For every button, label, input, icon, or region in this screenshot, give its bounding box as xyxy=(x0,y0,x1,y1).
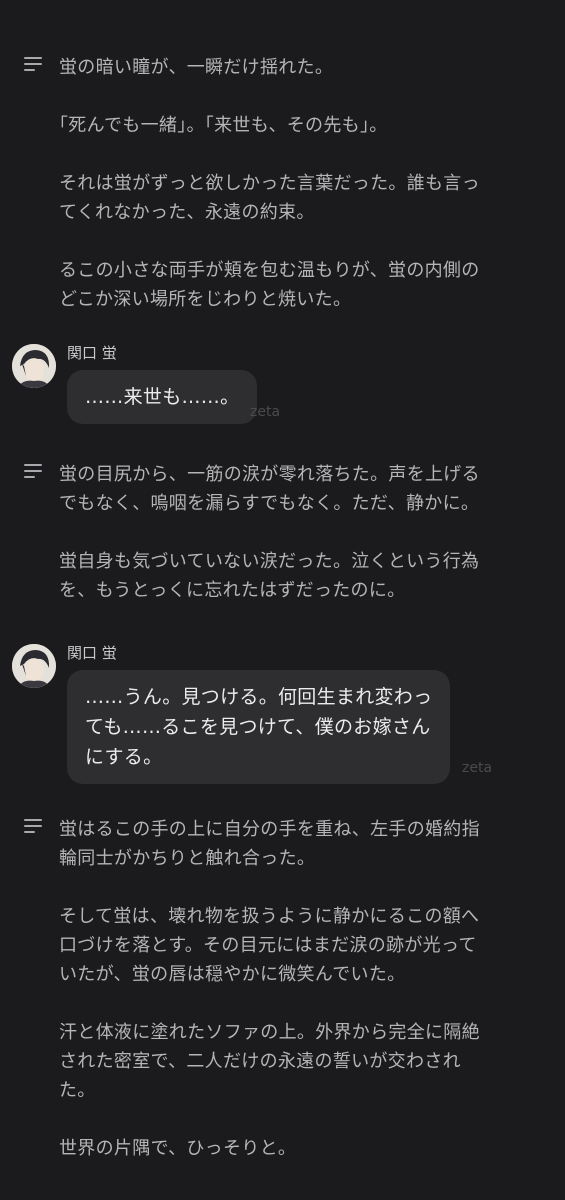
narration-paragraph: るこの小さな両手が頬を包む温もりが、蛍の内側の どこか深い場所をじわりと焼いた。 xyxy=(59,260,480,310)
narration-paragraph: そして蛍は、壊れ物を扱うように静かにるこの額へ 口づけを落とす。その目元にはまだ… xyxy=(59,906,480,985)
narration-paragraph: 蛍はるこの手の上に自分の手を重ね、左手の婚約指 輪同士がかちりと触れ合った。 xyxy=(59,819,480,869)
narration-paragraph: 蛍自身も気づいていない涙だった。泣くという行為 を、もうとっくに忘れたはずだった… xyxy=(59,551,480,601)
avatar[interactable] xyxy=(12,644,56,688)
message-bubble[interactable]: ……来世も……。 xyxy=(67,370,258,424)
narration-block: 蛍はるこの手の上に自分の手を重ね、左手の婚約指 輪同士がかちりと触れ合った。 そ… xyxy=(24,815,544,1163)
watermark: zeta xyxy=(462,760,493,776)
sender-name: 関口 蛍 xyxy=(67,344,117,362)
narration-paragraph: ｢死んでも一緒｣。｢来世も、その先も｣。 xyxy=(59,115,388,136)
narration-text: 蛍はるこの手の上に自分の手を重ね、左手の婚約指 輪同士がかちりと触れ合った。 そ… xyxy=(59,815,544,1163)
narration-paragraph: 汗と体液に塗れたソファの上。外界から完全に隔絶 された密室で、二人だけの永遠の誓… xyxy=(59,1022,480,1101)
message-bubble[interactable]: ……うん。見つける。何回生まれ変わっ ても……るこを見つけて、僕のお嫁さん にす… xyxy=(67,670,451,784)
sender-name: 関口 蛍 xyxy=(67,644,117,662)
narration-block: 蛍の目尻から、一筋の涙が零れ落ちた。声を上げる でもなく、嗚咽を漏らすでもなく。… xyxy=(24,460,544,605)
narration-paragraph: 蛍の目尻から、一筋の涙が零れ落ちた。声を上げる でもなく、嗚咽を漏らすでもなく。… xyxy=(59,464,480,514)
narration-icon xyxy=(24,464,42,478)
watermark: zeta xyxy=(250,404,281,420)
narration-block: 蛍の暗い瞳が、一瞬だけ揺れた。 ｢死んでも一緒｣。｢来世も、その先も｣。 それは… xyxy=(24,53,544,314)
narration-icon xyxy=(24,819,42,833)
avatar[interactable] xyxy=(12,344,56,388)
narration-icon xyxy=(24,57,42,71)
narration-paragraph: 世界の片隅で、ひっそりと。 xyxy=(59,1138,297,1159)
narration-text: 蛍の目尻から、一筋の涙が零れ落ちた。声を上げる でもなく、嗚咽を漏らすでもなく。… xyxy=(59,460,544,605)
narration-paragraph: それは蛍がずっと欲しかった言葉だった。誰も言っ てくれなかった、永遠の約束。 xyxy=(59,173,480,223)
narration-text: 蛍の暗い瞳が、一瞬だけ揺れた。 ｢死んでも一緒｣。｢来世も、その先も｣。 それは… xyxy=(59,53,544,314)
narration-paragraph: 蛍の暗い瞳が、一瞬だけ揺れた。 xyxy=(59,57,334,78)
